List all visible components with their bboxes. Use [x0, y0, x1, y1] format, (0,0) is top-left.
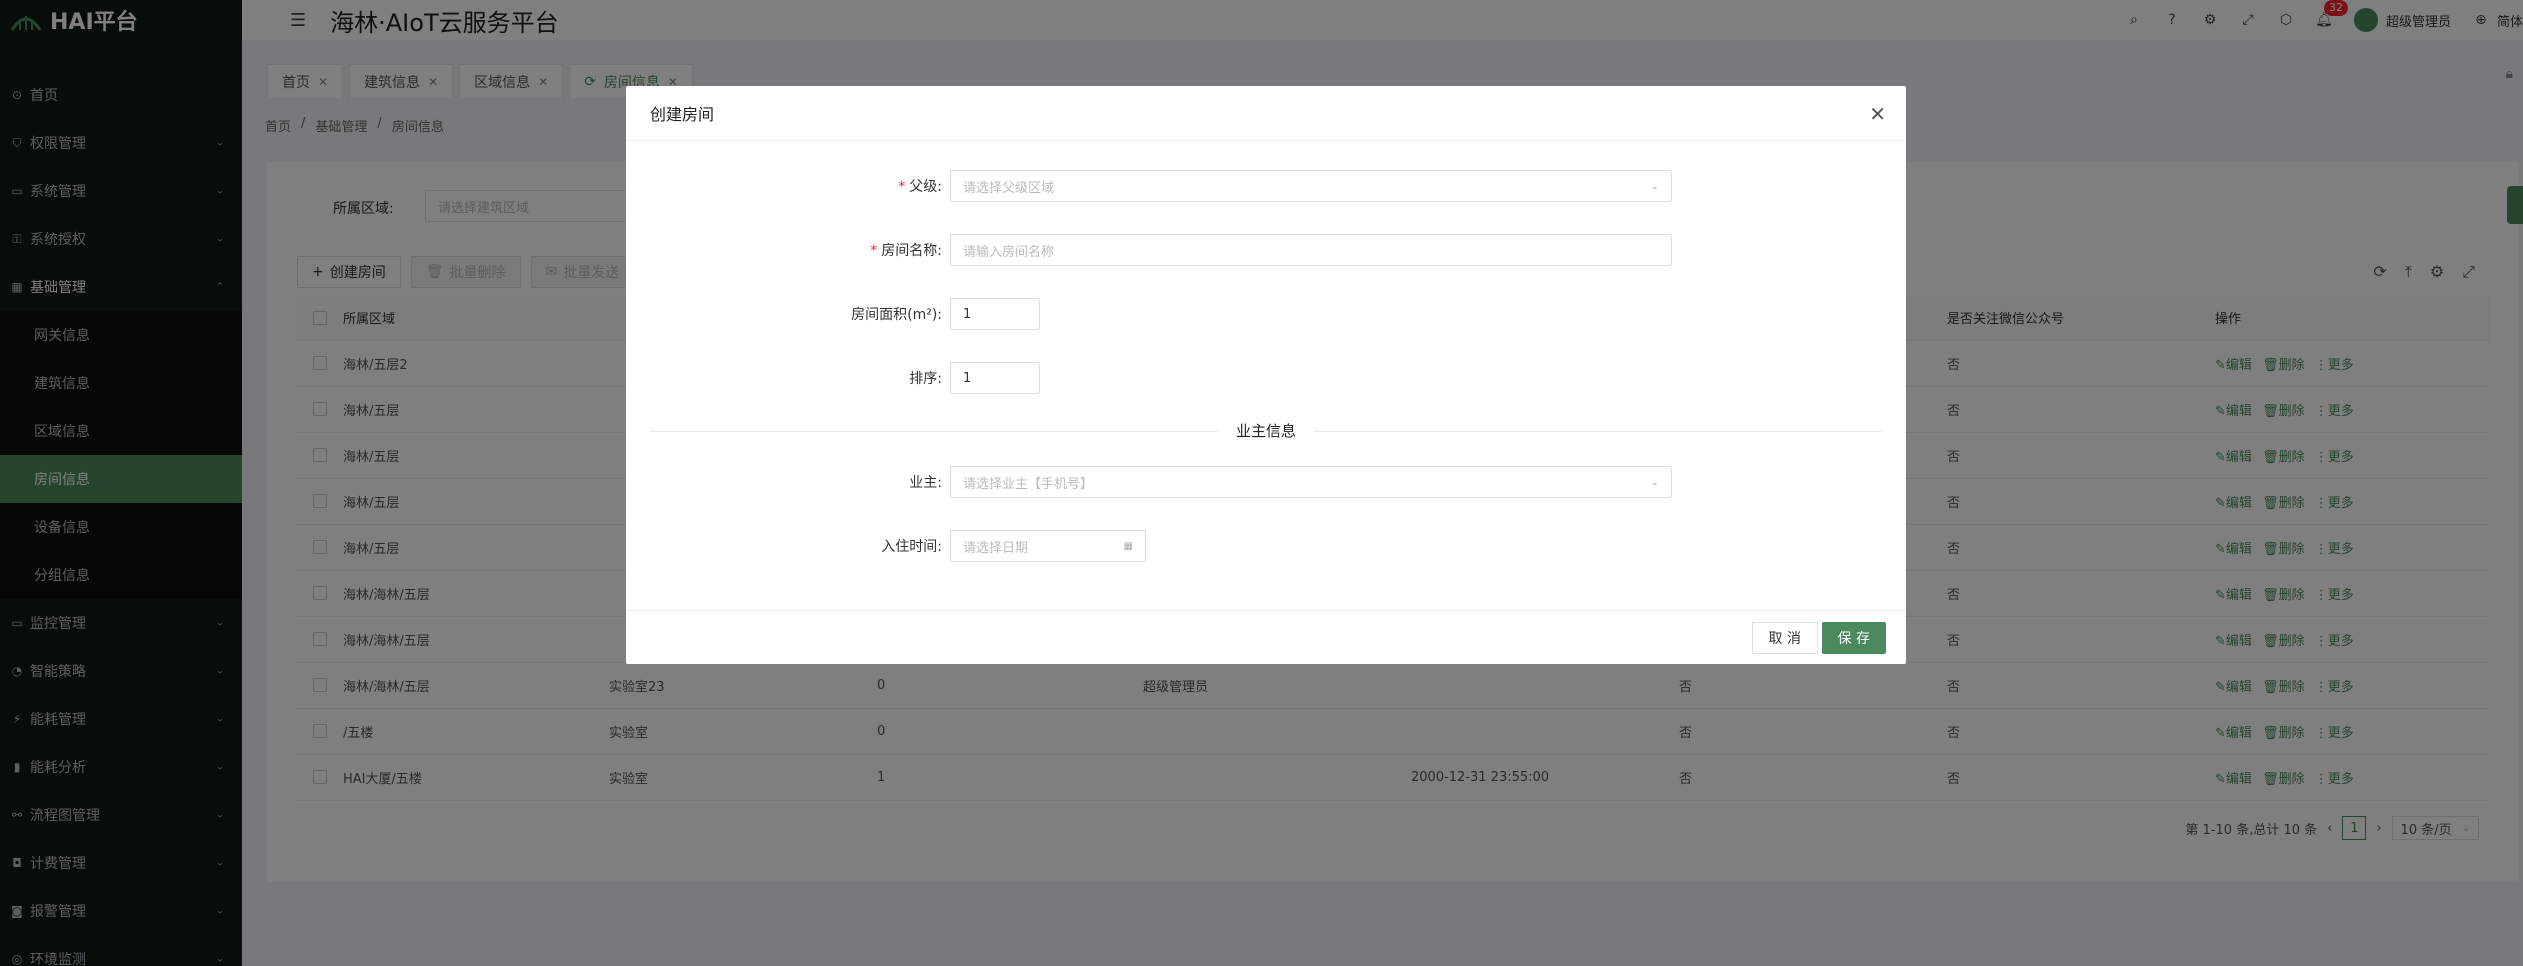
owner-select[interactable]: 请选择业主【手机号】 ⌄ — [950, 466, 1672, 498]
room-name-input[interactable]: 请输入房间名称 — [950, 234, 1672, 266]
checkin-date-picker[interactable]: 请选择日期 ▦ — [950, 530, 1146, 562]
form-row-name: * 房间名称: 请输入房间名称 — [626, 234, 1672, 266]
parent-placeholder: 请选择父级区域 — [963, 180, 1055, 196]
chevron-down-icon: ⌄ — [1650, 476, 1659, 488]
form-label: 父级: — [909, 179, 942, 195]
section-title: 业主信息 — [1217, 422, 1314, 440]
form-row-owner: 业主: 请选择业主【手机号】 ⌄ — [626, 466, 1672, 498]
form-label: 业主: — [909, 475, 942, 491]
create-room-dialog: 创建房间 ✕ * 父级: 请选择父级区域 ⌄ * 房间名称: 请输入房间名称 房间面积… — [626, 86, 1906, 664]
dialog-footer: 取 消 保 存 — [626, 610, 1906, 664]
required-mark: * — [898, 179, 906, 195]
date-placeholder: 请选择日期 — [963, 540, 1029, 556]
form-row-parent: * 父级: 请选择父级区域 ⌄ — [626, 170, 1672, 202]
required-mark: * — [870, 243, 878, 259]
dialog-title: 创建房间 — [626, 86, 1906, 141]
form-row-area: 房间面积(m²): 1 — [626, 298, 1040, 330]
parent-select[interactable]: 请选择父级区域 ⌄ — [950, 170, 1672, 202]
save-button[interactable]: 保 存 — [1821, 622, 1886, 654]
form-label: 排序: — [909, 371, 942, 387]
owner-placeholder: 请选择业主【手机号】 — [963, 476, 1094, 492]
cancel-button[interactable]: 取 消 — [1751, 622, 1818, 654]
chevron-down-icon: ⌄ — [1650, 180, 1659, 192]
close-icon[interactable]: ✕ — [1869, 102, 1886, 126]
calendar-icon: ▦ — [1123, 540, 1133, 552]
form-row-sort: 排序: 1 — [626, 362, 1040, 394]
form-label: 房间面积(m²): — [851, 307, 942, 323]
form-label: 房间名称: — [881, 243, 942, 259]
form-row-checkin: 入住时间: 请选择日期 ▦ — [626, 530, 1146, 562]
sort-input[interactable]: 1 — [950, 362, 1040, 394]
room-area-input[interactable]: 1 — [950, 298, 1040, 330]
form-label: 入住时间: — [881, 539, 942, 555]
